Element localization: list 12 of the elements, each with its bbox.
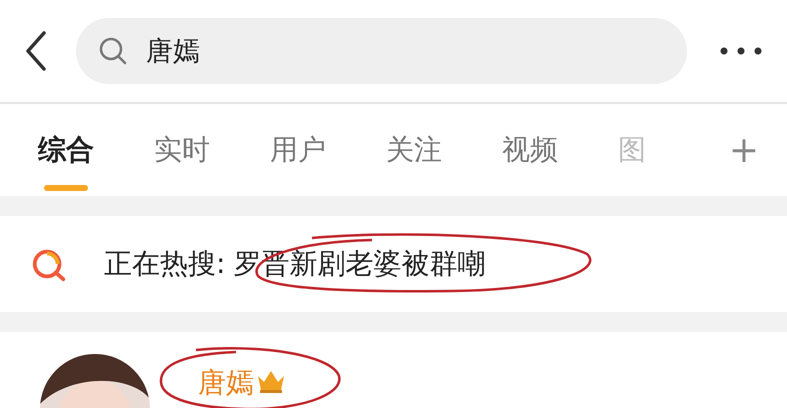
tab[interactable]: 综合 — [38, 123, 94, 191]
user-name[interactable]: 唐嫣 — [198, 364, 254, 402]
tab[interactable]: 实时 — [154, 123, 210, 191]
tab[interactable]: 用户 — [270, 123, 326, 191]
hot-search-label: 正在热搜: — [104, 246, 226, 282]
search-field[interactable]: 唐嫣 — [76, 18, 687, 84]
back-icon[interactable] — [24, 31, 48, 71]
more-icon[interactable] — [719, 46, 763, 56]
add-tab-button[interactable]: + — [728, 130, 759, 170]
search-icon — [98, 36, 128, 66]
tab[interactable]: 视频 — [502, 123, 558, 191]
tab[interactable]: 关注 — [386, 123, 442, 191]
